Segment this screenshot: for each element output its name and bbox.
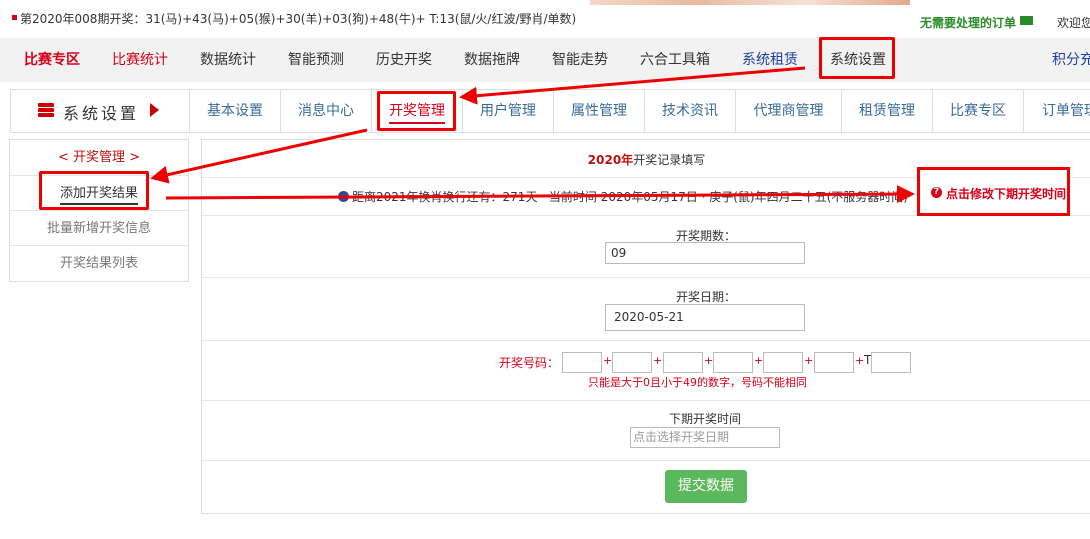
number-input-3[interactable] [663,352,703,373]
tab-order-management[interactable]: 订单管理 [1024,90,1090,132]
nav-item-competition[interactable]: 比赛专区 [24,38,80,82]
date-label: 开奖日期： [676,290,737,304]
tab-basic-settings[interactable]: 基本设置 [190,90,281,132]
nav-item-smart-trend[interactable]: 智能走势 [552,38,608,82]
sub-nav-title: 系统设置 [63,104,140,123]
top-info-bar: 第2020年008期开奖：31(马)+43(马)+05(猴)+30(羊)+03(… [0,0,1090,38]
nav-item-history[interactable]: 历史开奖 [376,38,432,82]
caret-right-icon [150,103,159,117]
sub-nav: 系统设置 基本设置 消息中心 开奖管理 用户管理 属性管理 技术资讯 代理商管理… [10,89,1090,133]
highlight-add-result [39,171,149,210]
bullet-icon [12,15,17,20]
tab-tech-news[interactable]: 技术资讯 [645,90,736,132]
sidebar-item-batch-add[interactable]: 批量新增开奖信息 [10,211,188,246]
question-icon: ? [931,187,942,198]
form-title: 2020年开奖记录填写 [587,153,706,167]
next-time-input[interactable]: 点击选择开奖日期 [630,427,780,448]
submit-button[interactable]: 提交数据 [665,470,747,503]
number-input-2[interactable] [612,352,652,373]
tab-agent-management[interactable]: 代理商管理 [736,90,842,132]
period-input[interactable]: 09 [605,242,805,264]
nav-item-points-recharge[interactable]: 积分充 [1052,38,1090,82]
nav-item-competition-stats[interactable]: 比赛统计 [112,38,168,82]
sidebar: < 开奖管理 > 添加开奖结果 批量新增开奖信息 开奖结果列表 [9,139,189,282]
nav-item-system-rental[interactable]: 系统租赁 [742,38,798,82]
nav-item-data-drag[interactable]: 数据拖牌 [464,38,520,82]
period-row: 开奖期数： 09 [202,216,1090,278]
nav-item-toolbox[interactable]: 六合工具箱 [640,38,710,82]
highlight-draw-management [377,91,456,131]
chevron-left-icon: < [57,150,69,165]
plus-sign: + [653,354,663,367]
tab-user-management[interactable]: 用户管理 [463,90,554,132]
tab-attribute-management[interactable]: 属性管理 [554,90,645,132]
plus-sign: + [754,354,764,367]
latest-draw-info: 第2020年008期开奖：31(马)+43(马)+05(猴)+30(羊)+03(… [20,12,577,26]
number-input-5[interactable] [763,352,803,373]
tab-message-center[interactable]: 消息中心 [281,90,372,132]
date-input[interactable]: 2020-05-21 [605,304,805,331]
date-row: 开奖日期： 2020-05-21 [202,278,1090,341]
plus-sign: + [603,354,613,367]
sidebar-item-result-list[interactable]: 开奖结果列表 [10,246,188,281]
next-time-label: 下期开奖时间 [669,412,742,426]
plus-sign: + [855,354,865,367]
edit-next-draw-time-button[interactable]: ? 点击修改下期开奖时间 [917,167,1070,216]
next-time-row: 下期开奖时间 点击选择开奖日期 [202,401,1090,461]
envelope-icon[interactable] [1020,16,1033,25]
sub-nav-brand: 系统设置 [11,90,190,132]
tab-competition[interactable]: 比赛专区 [933,90,1024,132]
main-nav: 比赛专区 比赛统计 数据统计 智能预测 历史开奖 数据拖牌 智能走势 六合工具箱… [0,38,1090,82]
top-banner-image [590,0,910,5]
number-input-4[interactable] [713,352,753,373]
sidebar-header-label: 开奖管理 [72,150,125,165]
number-input-6[interactable] [814,352,854,373]
special-number-input[interactable] [871,352,911,373]
nav-item-smart-predict[interactable]: 智能预测 [288,38,344,82]
tab-rental-management[interactable]: 租赁管理 [842,90,933,132]
nav-item-data-stats[interactable]: 数据统计 [200,38,256,82]
numbers-label: 开奖号码： [499,356,560,370]
server-icon [38,103,54,117]
highlight-system-settings [819,37,895,79]
globe-icon [338,191,349,202]
numbers-hint: 只能是大于0且小于49的数字，号码不能相同 [588,376,807,389]
number-input-1[interactable] [562,352,602,373]
orders-notice-link[interactable]: 无需要处理的订单 [920,14,1016,31]
plus-sign: + [804,354,814,367]
welcome-text: 欢迎您 [1057,16,1090,30]
chevron-right-icon: > [129,150,141,165]
plus-sign: + [704,354,714,367]
countdown-notice: 距离2021年换肖换行还有：271天 · 当前时间 2020年05月17日 · … [338,188,908,205]
edit-next-draw-time-label: 点击修改下期开奖时间 [946,187,1067,201]
